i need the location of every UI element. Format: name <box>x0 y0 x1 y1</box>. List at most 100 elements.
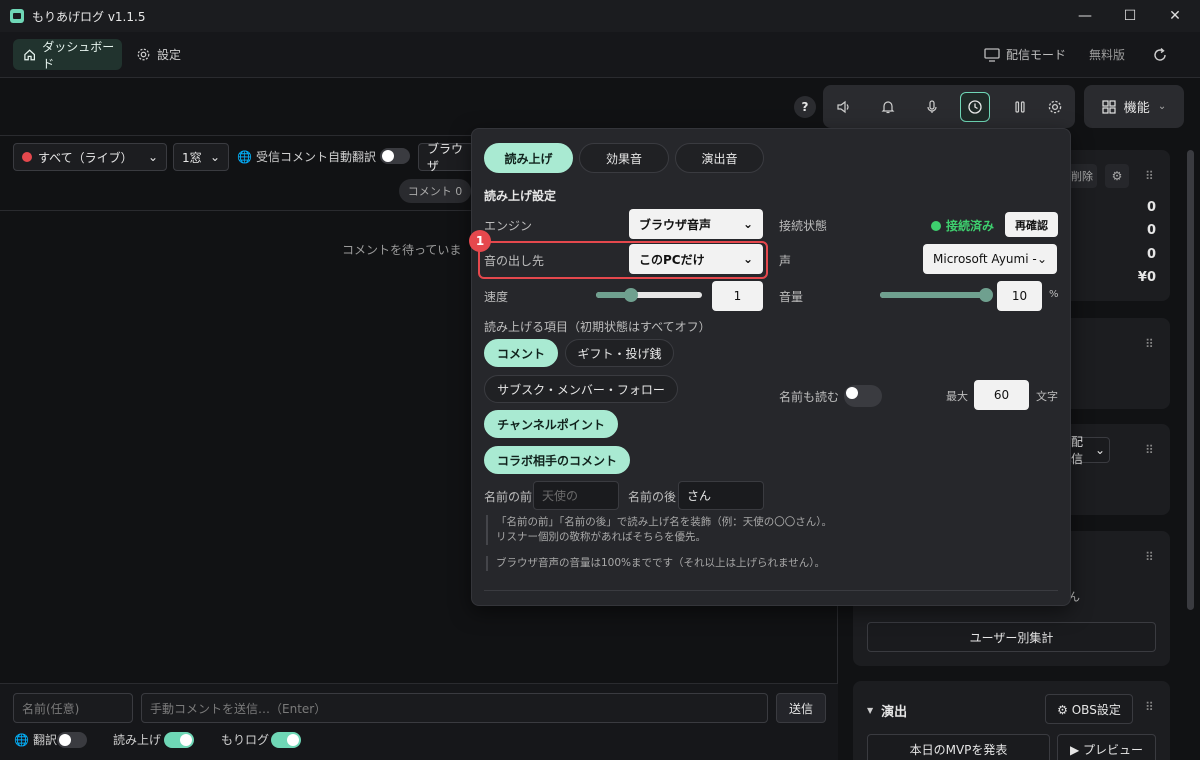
manual-comment-input[interactable]: 手動コメントを送信…（Enter） <box>141 693 768 723</box>
columns-icon[interactable] <box>1005 92 1035 122</box>
recheck-button[interactable]: 再確認 <box>1005 212 1058 237</box>
waiting-message: コメントを待っていま <box>342 243 462 257</box>
maximize-button[interactable]: ☐ <box>1107 0 1153 32</box>
chip-collab[interactable]: コラボ相手のコメント <box>484 446 630 474</box>
speed-slider-knob[interactable] <box>623 288 638 302</box>
auto-translate-toggle[interactable] <box>380 148 410 164</box>
source-select[interactable]: すべて（ライブ） ⌄ <box>13 143 167 171</box>
volume-input[interactable]: 10 <box>997 281 1042 311</box>
name-after-input[interactable]: さん <box>678 481 764 510</box>
tab-effect-sounds[interactable]: 演出音 <box>675 143 764 173</box>
stream-select-value: 配信 <box>1071 435 1084 466</box>
drag-handle-icon[interactable]: ⠿ <box>1145 338 1154 350</box>
tab-read-aloud[interactable]: 読み上げ <box>484 143 573 173</box>
tab-sound-effects[interactable]: 効果音 <box>579 143 669 173</box>
features-menu-button[interactable]: 機能 ⌄ <box>1084 85 1184 128</box>
sidebar-scrollbar[interactable] <box>1187 150 1194 610</box>
globe-icon: 🌐 <box>14 732 29 747</box>
voice-select[interactable]: Microsoft Ayumi - ⌄ <box>923 244 1057 274</box>
name-after-label: 名前の後 <box>628 490 677 504</box>
speed-input[interactable]: 1 <box>712 281 763 311</box>
chip-channel-points[interactable]: チャンネルポイント <box>484 410 618 438</box>
live-dot-icon <box>22 152 32 162</box>
stream-mode-label: 配信モード <box>1006 48 1067 62</box>
announce-mvp-button[interactable]: 本日のMVPを発表 <box>867 734 1050 760</box>
stream-mode-button[interactable]: 配信モード <box>984 39 1066 70</box>
items-label: 読み上げる項目（初期状態はすべてオフ） <box>484 320 711 334</box>
stream-select[interactable]: 配信 ⌄ <box>1070 435 1110 466</box>
window-title: もりあげログ v1.1.5 <box>32 9 146 24</box>
card-settings-icon[interactable]: ⚙ <box>1105 164 1129 188</box>
max-chars-input[interactable]: 60 <box>974 380 1029 410</box>
app-logo-icon <box>10 9 24 23</box>
clock-icon[interactable] <box>960 92 990 122</box>
morilog-label: もりログ <box>221 733 270 747</box>
chip-subscribe[interactable]: サブスク・メンバー・フォロー <box>484 375 678 403</box>
title-bar: もりあげログ v1.1.5 — ☐ ✕ <box>0 0 1200 32</box>
free-edition-label[interactable]: 無料版 <box>1089 39 1125 70</box>
volume-slider[interactable] <box>880 288 993 302</box>
stat-value: 0 <box>1146 247 1156 262</box>
monitor-icon <box>984 47 1000 62</box>
chevron-down-icon: ⌄ <box>1036 252 1047 266</box>
engine-select-value: ブラウザ音声 <box>639 217 712 232</box>
user-stats-button[interactable]: ユーザー別集計 <box>867 622 1156 652</box>
drag-handle-icon[interactable]: ⠿ <box>1145 170 1154 182</box>
stat-value: 0 <box>1146 223 1156 238</box>
chip-comment[interactable]: コメント <box>484 339 558 367</box>
engine-select[interactable]: ブラウザ音声 ⌄ <box>629 209 763 239</box>
note-line: リスナー個別の敬称があればそちらを優先。 <box>496 531 706 543</box>
nav-settings[interactable]: 設定 <box>136 39 181 70</box>
max-label: 最大 <box>946 390 968 403</box>
features-label: 機能 <box>1123 101 1150 116</box>
auto-translate-label: 🌐 受信コメント自動翻訳 <box>237 148 376 165</box>
send-button[interactable]: 送信 <box>776 693 826 723</box>
note-line: 「名前の前」「名前の後」で読み上げ名を装飾（例：天使の〇〇さん）。 <box>496 516 832 528</box>
divider <box>484 590 1058 591</box>
drag-handle-icon[interactable]: ⠿ <box>1145 444 1154 456</box>
source-select-value: すべて（ライブ） <box>38 150 133 165</box>
name-input[interactable]: 名前(任意) <box>13 693 133 723</box>
settings-gear-icon[interactable] <box>1040 92 1070 122</box>
top-nav: ダッシュボード 設定 配信モード 無料版 <box>0 32 1200 78</box>
name-before-input[interactable]: 天使の <box>533 481 619 510</box>
effects-header[interactable]: ▼ 演出 <box>867 701 907 720</box>
stat-value: ¥0 <box>1137 270 1156 285</box>
read-aloud-label: 読み上げ <box>113 733 162 747</box>
connection-status-text: 接続済み <box>946 219 995 233</box>
obs-settings-button[interactable]: ⚙ OBS設定 <box>1045 694 1133 724</box>
close-button[interactable]: ✕ <box>1152 0 1198 32</box>
drag-handle-icon[interactable]: ⠿ <box>1145 701 1154 713</box>
refresh-icon <box>1154 47 1166 61</box>
drag-handle-icon[interactable]: ⠿ <box>1145 551 1154 563</box>
windows-select[interactable]: 1窓 ⌄ <box>173 143 229 171</box>
nav-dashboard-label: ダッシュボード <box>42 39 115 71</box>
microphone-icon[interactable] <box>917 92 947 122</box>
refresh-button[interactable] <box>1152 39 1168 70</box>
morilog-toggle[interactable] <box>271 732 301 748</box>
chevron-down-icon: ⌄ <box>147 150 158 164</box>
voice-label: 声 <box>779 254 792 268</box>
nav-dashboard[interactable]: ダッシュボード <box>13 39 122 71</box>
read-aloud-toggle[interactable] <box>164 732 194 748</box>
chars-unit: 文字 <box>1036 390 1058 403</box>
globe-icon: 🌐 <box>237 149 252 164</box>
chip-gift[interactable]: ギフト・投げ銭 <box>565 339 674 367</box>
preview-button[interactable]: ▶ プレビュー <box>1057 734 1156 760</box>
read-names-toggle[interactable] <box>844 385 882 407</box>
speed-slider[interactable] <box>596 288 702 302</box>
section-title: 読み上げ設定 <box>484 189 557 203</box>
browser-select[interactable]: ブラウザ <box>418 142 474 173</box>
delete-button[interactable]: 削除 <box>1067 164 1097 188</box>
speaker-icon[interactable] <box>829 92 859 122</box>
auto-translate-text: 受信コメント自動翻訳 <box>255 150 376 164</box>
nav-settings-label: 設定 <box>157 48 182 62</box>
bell-icon[interactable] <box>873 92 903 122</box>
help-button[interactable]: ? <box>794 96 816 118</box>
translate-toggle[interactable] <box>57 732 87 748</box>
browser-select-value: ブラウザ <box>427 142 464 173</box>
connection-label: 接続状態 <box>779 219 828 233</box>
minimize-button[interactable]: — <box>1062 0 1108 32</box>
volume-slider-knob[interactable] <box>979 288 993 302</box>
gear-icon <box>137 48 150 61</box>
